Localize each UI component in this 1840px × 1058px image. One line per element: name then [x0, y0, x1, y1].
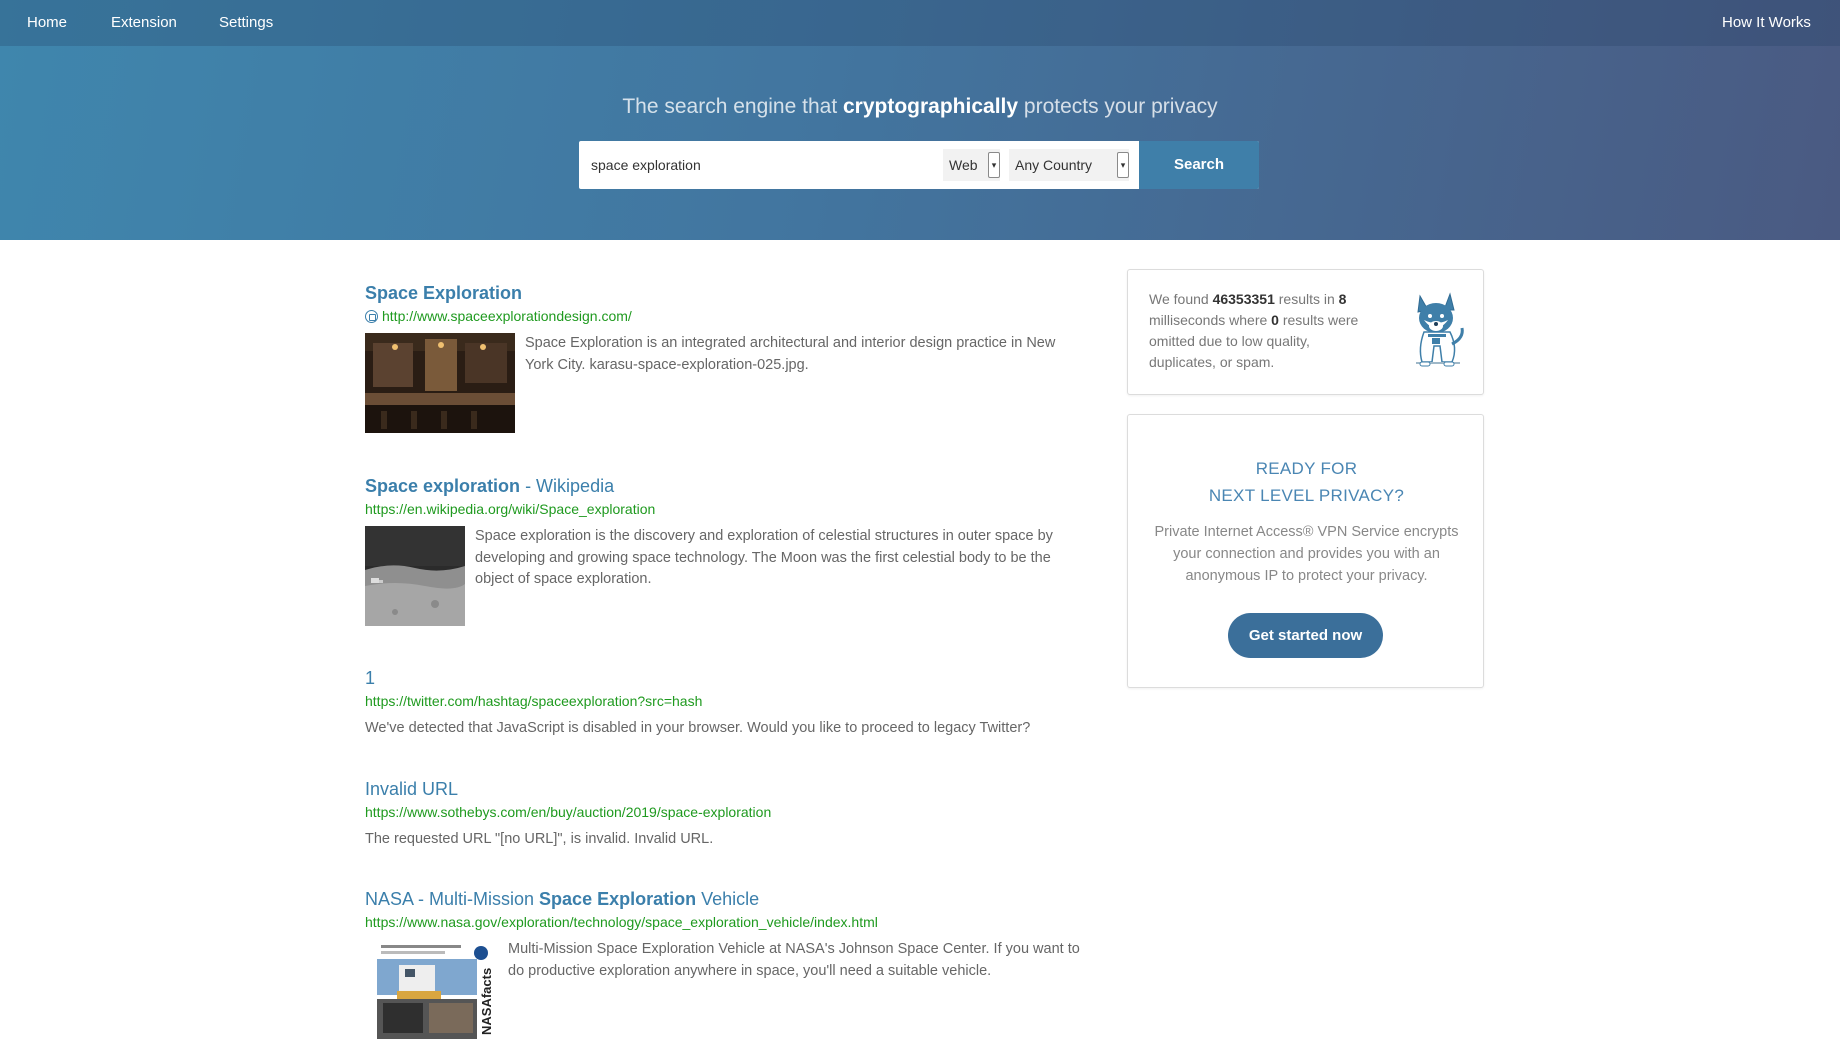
stats-text-3: milliseconds where — [1149, 312, 1272, 328]
search-type-select[interactable]: Web ▾ — [943, 149, 1000, 181]
result-url-link[interactable]: https://www.nasa.gov/exploration/technol… — [365, 913, 1085, 931]
tagline-bold: cryptographically — [843, 95, 1019, 118]
promo-heading: READY FOR NEXT LEVEL PRIVACY? — [1128, 455, 1485, 509]
promo-heading-line1: READY FOR — [1255, 459, 1358, 478]
results-stats-card: We found 46353351 results in 8 milliseco… — [1127, 269, 1484, 395]
result-title-link[interactable]: NASA - Multi-Mission Space Exploration V… — [365, 888, 1085, 910]
result-title-link[interactable]: 1 — [365, 667, 1085, 689]
result-title-link[interactable]: Invalid URL — [365, 778, 1085, 800]
search-form: Web ▾ Any Country ▾ Search — [579, 141, 1259, 189]
get-started-button[interactable]: Get started now — [1228, 613, 1383, 658]
result-description: We've detected that JavaScript is disabl… — [365, 720, 1031, 736]
husky-mascot-icon — [1406, 288, 1468, 377]
result-title-text: Space Exploration — [365, 283, 523, 303]
nav-extension-link[interactable]: Extension — [111, 14, 177, 31]
tagline-post: protects your privacy — [1018, 95, 1218, 118]
chevron-down-icon: ▾ — [988, 152, 1000, 178]
country-select[interactable]: Any Country ▾ — [1009, 149, 1129, 181]
result-url-link[interactable]: https://en.wikipedia.org/wiki/Space_expl… — [365, 500, 1085, 518]
country-value: Any Country — [1015, 157, 1093, 173]
result-body: The requested URL "[no URL]", is invalid… — [365, 829, 1085, 851]
nav-how-it-works-link[interactable]: How It Works — [1722, 14, 1811, 31]
stats-text-1: We found — [1149, 291, 1213, 307]
tagline-pre: The search engine that — [622, 95, 843, 118]
nav-settings-link[interactable]: Settings — [219, 14, 273, 31]
nasa-facts-thumbnail[interactable]: NASAfacts — [377, 939, 495, 1039]
search-button[interactable]: Search — [1139, 141, 1259, 189]
tagline: The search engine that cryptographically… — [0, 95, 1840, 119]
promo-heading-line2: NEXT LEVEL PRIVACY? — [1208, 486, 1405, 505]
promo-text: Private Internet Access® VPN Service enc… — [1154, 524, 1459, 584]
nasa-facts-label: NASAfacts — [479, 968, 494, 1035]
search-result-5: NASA - Multi-Mission Space Exploration V… — [365, 888, 1085, 1039]
result-time: 8 — [1338, 291, 1347, 307]
shield-icon — [365, 310, 378, 323]
result-body: Space exploration is the discovery and e… — [365, 526, 1085, 626]
chevron-down-icon: ▾ — [1117, 152, 1129, 178]
results-stats-text: We found 46353351 results in 8 milliseco… — [1149, 289, 1379, 373]
result-title-part: Vehicle — [696, 889, 760, 909]
result-url-link[interactable]: https://www.sothebys.com/en/buy/auction/… — [365, 803, 1085, 821]
result-count: 46353351 — [1212, 291, 1275, 307]
result-title-bold: Space exploration — [365, 476, 521, 496]
result-title-suffix: - Wikipedia — [520, 476, 615, 496]
nav-home-link[interactable]: Home — [27, 14, 67, 31]
vpn-promo-card: READY FOR NEXT LEVEL PRIVACY? Private In… — [1127, 414, 1484, 688]
result-title-part: NASA - Multi-Mission — [365, 889, 540, 909]
result-description: Space Exploration is an integrated archi… — [525, 335, 1056, 373]
omitted-count: 0 — [1271, 312, 1279, 328]
result-description: The requested URL "[no URL]", is invalid… — [365, 831, 714, 847]
moon-surface-thumbnail[interactable] — [365, 526, 465, 626]
search-result-4: Invalid URL https://www.sothebys.com/en/… — [365, 778, 1085, 851]
search-result-2: Space exploration - Wikipedia https://en… — [365, 475, 1085, 626]
stats-text-2: results in — [1274, 291, 1339, 307]
search-input[interactable] — [579, 141, 939, 189]
result-url-link[interactable]: https://twitter.com/hashtag/spaceexplora… — [365, 692, 1085, 710]
top-nav: Home Extension Settings How It Works — [0, 0, 1840, 46]
interior-photo-thumbnail[interactable] — [365, 333, 515, 433]
result-title-link[interactable]: Space Exploration — [365, 282, 1085, 304]
result-title-link[interactable]: Space exploration - Wikipedia — [365, 475, 1085, 497]
search-result-3: 1 https://twitter.com/hashtag/spaceexplo… — [365, 667, 1085, 740]
result-title-bold: Space Exploration — [539, 889, 697, 909]
result-body: NASAfacts Multi-Mission Space Exploratio… — [365, 939, 1085, 1039]
result-url-text: http://www.spaceexplorationdesign.com/ — [382, 308, 632, 324]
search-type-value: Web — [949, 157, 978, 173]
search-result-1: Space Exploration http://www.spaceexplor… — [365, 282, 1085, 433]
result-url-link[interactable]: http://www.spaceexplorationdesign.com/ — [365, 307, 1085, 325]
result-body: We've detected that JavaScript is disabl… — [365, 718, 1085, 740]
result-description: Space exploration is the discovery and e… — [475, 528, 1053, 587]
result-description: Multi-Mission Space Exploration Vehicle … — [508, 941, 1080, 979]
result-body: Space Exploration is an integrated archi… — [365, 333, 1085, 433]
hero-header: Home Extension Settings How It Works The… — [0, 0, 1840, 240]
